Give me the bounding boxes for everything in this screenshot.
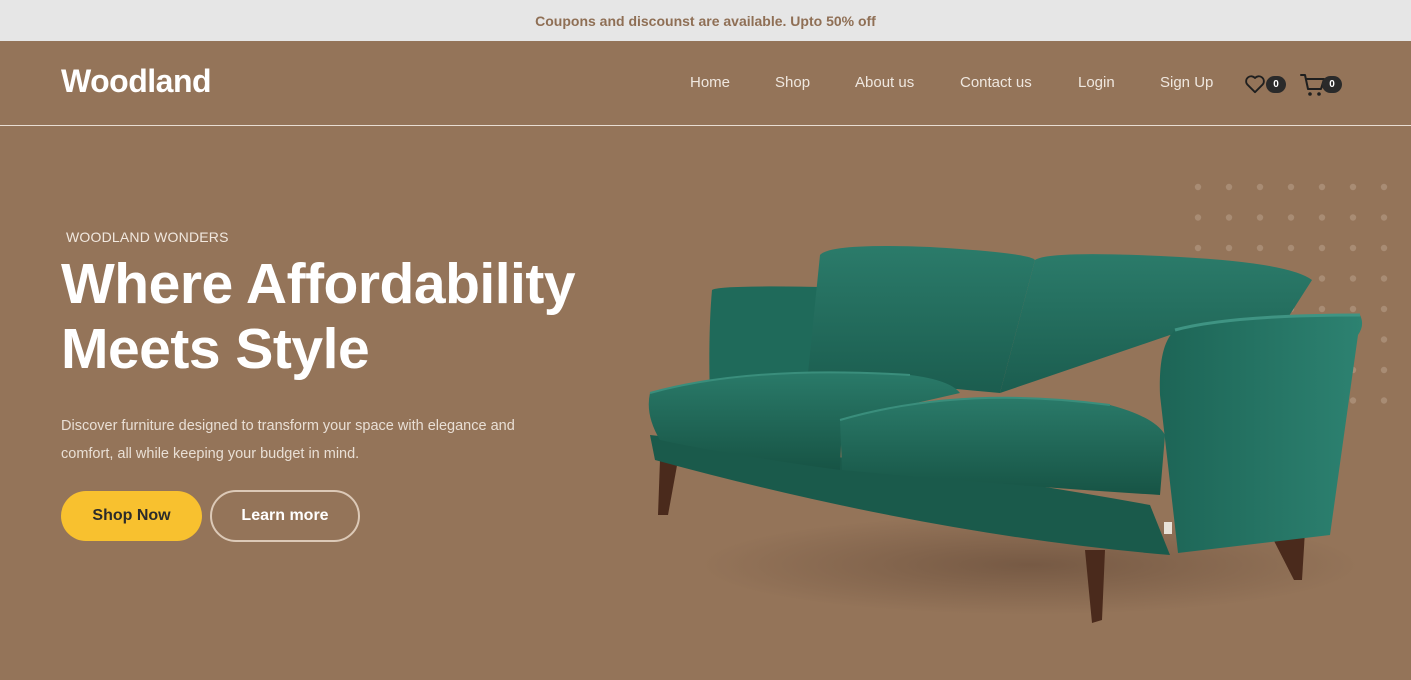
wishlist-count-badge: 0 — [1266, 76, 1286, 93]
cart-button[interactable]: 0 — [1300, 72, 1344, 98]
decorative-dot — [1287, 214, 1295, 221]
decorative-dot — [1380, 214, 1388, 221]
decorative-dot — [1318, 183, 1326, 191]
decorative-dot — [1349, 183, 1357, 191]
announcement-bar: Coupons and discounst are available. Upt… — [0, 0, 1411, 41]
decorative-dot — [1225, 214, 1233, 221]
announcement-text: Coupons and discounst are available. Upt… — [535, 12, 876, 29]
nav-about-us[interactable]: About us — [855, 74, 914, 91]
decorative-dot — [1256, 183, 1264, 191]
decorative-dot — [1380, 183, 1388, 191]
site-header: Woodland Home Shop About us Contact us L… — [0, 41, 1411, 126]
decorative-dot — [1380, 366, 1388, 374]
heart-icon — [1245, 75, 1265, 94]
decorative-dot — [1380, 275, 1388, 282]
nav-home[interactable]: Home — [690, 74, 730, 91]
nav-shop[interactable]: Shop — [775, 74, 810, 91]
hero-description: Discover furniture designed to transform… — [61, 418, 515, 462]
hero-headline-line2: Meets Style — [61, 317, 370, 381]
hero-headline-line1: Where Affordability — [61, 252, 576, 316]
hero-headline: Where Affordability Meets Style — [61, 252, 661, 382]
main-nav: Home Shop About us Contact us Login Sign… — [0, 74, 1411, 94]
nav-sign-up[interactable]: Sign Up — [1160, 74, 1213, 91]
decorative-dot — [1256, 214, 1264, 221]
decorative-dot — [1194, 214, 1202, 221]
decorative-dot — [1225, 183, 1233, 191]
decorative-dot — [1380, 244, 1388, 252]
nav-login[interactable]: Login — [1078, 74, 1115, 91]
learn-more-button[interactable]: Learn more — [210, 490, 360, 542]
shop-now-button[interactable]: Shop Now — [61, 491, 202, 541]
cart-count-badge: 0 — [1322, 76, 1342, 93]
nav-contact-us[interactable]: Contact us — [960, 74, 1032, 91]
hero-eyebrow: WOODLAND WONDERS — [66, 229, 229, 245]
decorative-dot — [1380, 336, 1388, 343]
decorative-dot — [1287, 183, 1295, 191]
sofa-image — [648, 246, 1363, 623]
decorative-dot — [1318, 214, 1326, 221]
decorative-dot — [1194, 183, 1202, 191]
decorative-dot — [1380, 305, 1388, 313]
wishlist-button[interactable]: 0 — [1244, 74, 1288, 98]
decorative-dot — [1349, 214, 1357, 221]
decorative-dot — [1380, 397, 1388, 404]
